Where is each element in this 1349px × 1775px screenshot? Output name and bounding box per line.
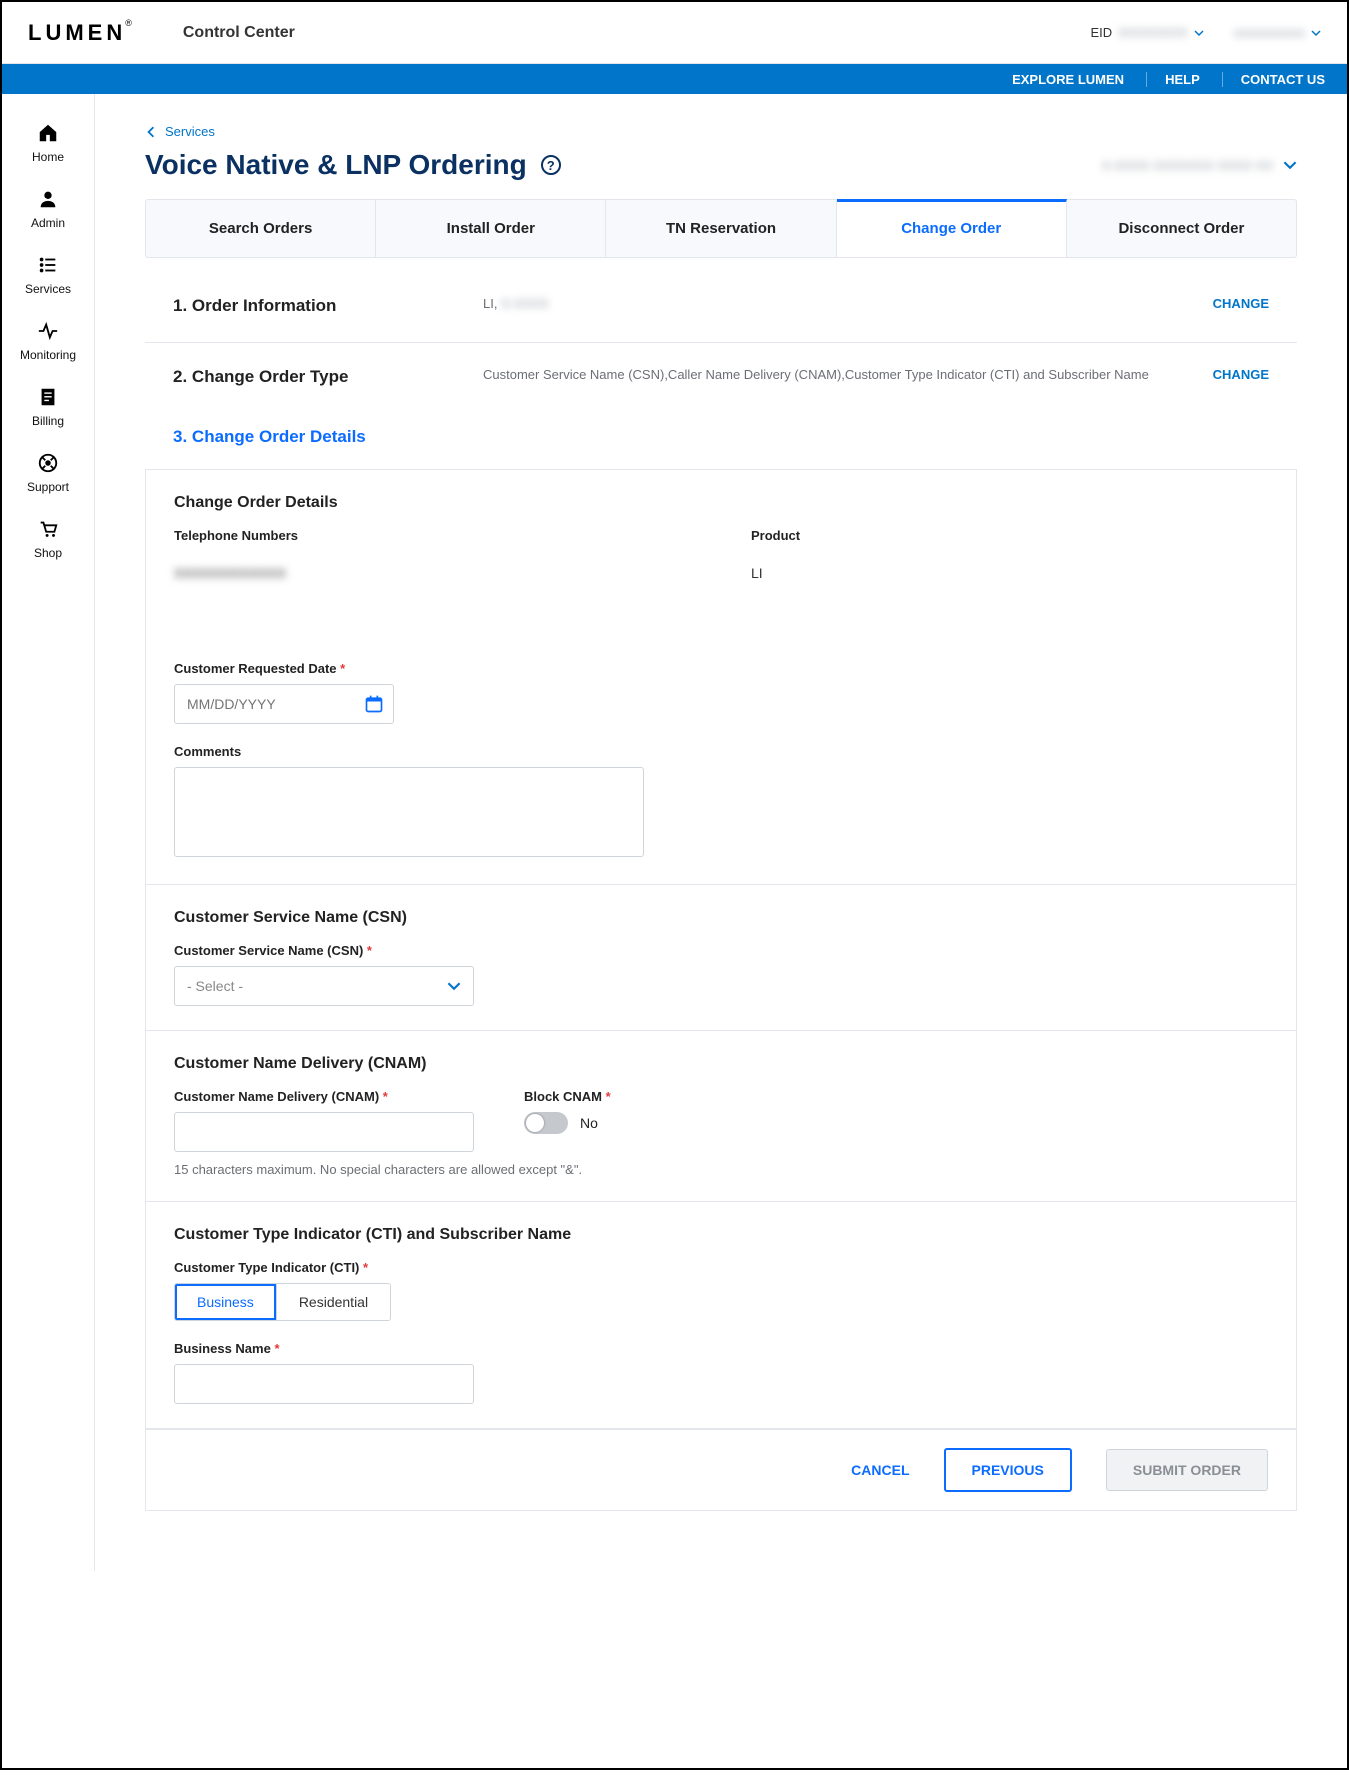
activity-icon [37,320,59,342]
tab-tn-reservation[interactable]: TN Reservation [606,200,836,257]
sidenav: Home Admin Services Monitoring Billing S… [2,94,95,1571]
tab-change-order[interactable]: Change Order [837,199,1067,257]
logo: LUMEN® [28,20,143,46]
cnam-input[interactable] [174,1112,474,1152]
csn-select-placeholder: - Select - [187,978,243,994]
sidebar-item-billing[interactable]: Billing [2,374,94,440]
tabs: Search Orders Install Order TN Reservati… [145,199,1297,258]
step1-value-blur: X-XXXX [501,296,549,311]
cti-segmented: Business Residential [174,1283,391,1321]
business-name-label: Business Name [174,1341,1268,1356]
cnam-hint: 15 characters maximum. No special charac… [174,1162,1268,1177]
block-cnam-label: Block CNAM [524,1089,611,1104]
cti-option-residential[interactable]: Residential [276,1284,390,1320]
eid-value: XXXXXXXX [1118,25,1187,40]
details-heading: Change Order Details [174,494,1268,512]
tab-install-order[interactable]: Install Order [376,200,606,257]
cnam-field-label: Customer Name Delivery (CNAM) [174,1089,474,1104]
user-icon [37,188,59,210]
home-icon [37,122,59,144]
product-label: Product [751,528,1268,543]
step1-change-link[interactable]: CHANGE [1213,296,1269,311]
crd-label: Customer Requested Date [174,661,1268,676]
tab-disconnect-order[interactable]: Disconnect Order [1067,200,1296,257]
eid-dropdown[interactable]: EID XXXXXXXX [1090,25,1203,40]
csn-heading: Customer Service Name (CSN) [174,909,1268,927]
sidebar-item-home[interactable]: Home [2,110,94,176]
block-cnam-toggle[interactable] [524,1112,568,1134]
page-title: Voice Native & LNP Ordering ? [145,149,561,181]
sidebar-item-services[interactable]: Services [2,242,94,308]
user-dropdown[interactable]: xxxxxxxxxxx [1234,25,1322,40]
bluebar-help[interactable]: HELP [1146,72,1200,87]
invoice-icon [37,386,59,408]
previous-button[interactable]: PREVIOUS [944,1448,1072,1492]
logo-text: LUMEN [28,20,126,45]
help-icon[interactable]: ? [541,155,561,175]
breadcrumb-parent: Services [165,124,215,139]
chevron-down-icon [1283,158,1297,172]
bluebar-explore[interactable]: EXPLORE LUMEN [1012,72,1124,87]
tab-search-orders[interactable]: Search Orders [146,200,376,257]
bluebar: EXPLORE LUMEN HELP CONTACT US [2,64,1347,94]
sidebar-item-admin[interactable]: Admin [2,176,94,242]
card-footer: CANCEL PREVIOUS SUBMIT ORDER [146,1429,1296,1510]
eid-label: EID [1090,25,1112,40]
sidebar-item-label: Support [27,480,69,494]
sidebar-item-label: Admin [31,216,65,230]
step-change-order-details: 3. Change Order Details [145,427,1297,451]
chevron-down-icon [447,979,461,993]
app-name: Control Center [183,24,295,42]
csn-select[interactable]: - Select - [174,966,474,1006]
tn-label: Telephone Numbers [174,528,691,543]
calendar-button[interactable] [360,690,388,718]
step-order-information: 1. Order Information LI, X-XXXX CHANGE [145,292,1297,320]
comments-input[interactable] [174,767,644,857]
sidebar-item-shop[interactable]: Shop [2,506,94,572]
logo-mark: ® [125,18,132,28]
account-value: X-XXXX XXXXXXX XXXX XX [1102,158,1273,173]
csn-field-label: Customer Service Name (CSN) [174,943,1268,958]
sidebar-item-label: Home [32,150,64,164]
business-name-input[interactable] [174,1364,474,1404]
step-change-order-type: 2. Change Order Type Customer Service Na… [145,342,1297,391]
product-value: LI [751,565,1268,581]
chevron-down-icon [1311,28,1321,38]
sidebar-item-label: Monitoring [20,348,76,362]
user-value: xxxxxxxxxxx [1234,25,1306,40]
details-card: Change Order Details Telephone Numbers X… [145,469,1297,1511]
sidebar-item-label: Billing [32,414,64,428]
support-icon [37,452,59,474]
calendar-icon [364,694,384,714]
bluebar-contact[interactable]: CONTACT US [1222,72,1325,87]
submit-order-button: SUBMIT ORDER [1106,1449,1268,1491]
block-cnam-value: No [580,1115,598,1131]
list-icon [37,254,59,276]
sidebar-item-monitoring[interactable]: Monitoring [2,308,94,374]
sidebar-item-label: Services [25,282,71,296]
topbar: LUMEN® Control Center EID XXXXXXXX xxxxx… [2,2,1347,64]
chevron-down-icon [1194,28,1204,38]
cancel-button[interactable]: CANCEL [851,1462,909,1478]
cti-heading: Customer Type Indicator (CTI) and Subscr… [174,1226,1268,1244]
step2-change-link[interactable]: CHANGE [1213,367,1269,382]
chevron-left-icon [145,126,157,138]
comments-label: Comments [174,744,1268,759]
cnam-heading: Customer Name Delivery (CNAM) [174,1055,1268,1073]
tn-value: XXXXXXXXXXXX [174,565,691,581]
cti-field-label: Customer Type Indicator (CTI) [174,1260,1268,1275]
cart-icon [37,518,59,540]
step1-value-prefix: LI, [483,296,497,311]
sidebar-item-label: Shop [34,546,62,560]
account-dropdown[interactable]: X-XXXX XXXXXXX XXXX XX [1102,158,1297,173]
cti-option-business[interactable]: Business [175,1284,276,1320]
breadcrumb[interactable]: Services [145,124,1297,139]
sidebar-item-support[interactable]: Support [2,440,94,506]
step2-value: Customer Service Name (CSN),Caller Name … [483,367,1183,382]
